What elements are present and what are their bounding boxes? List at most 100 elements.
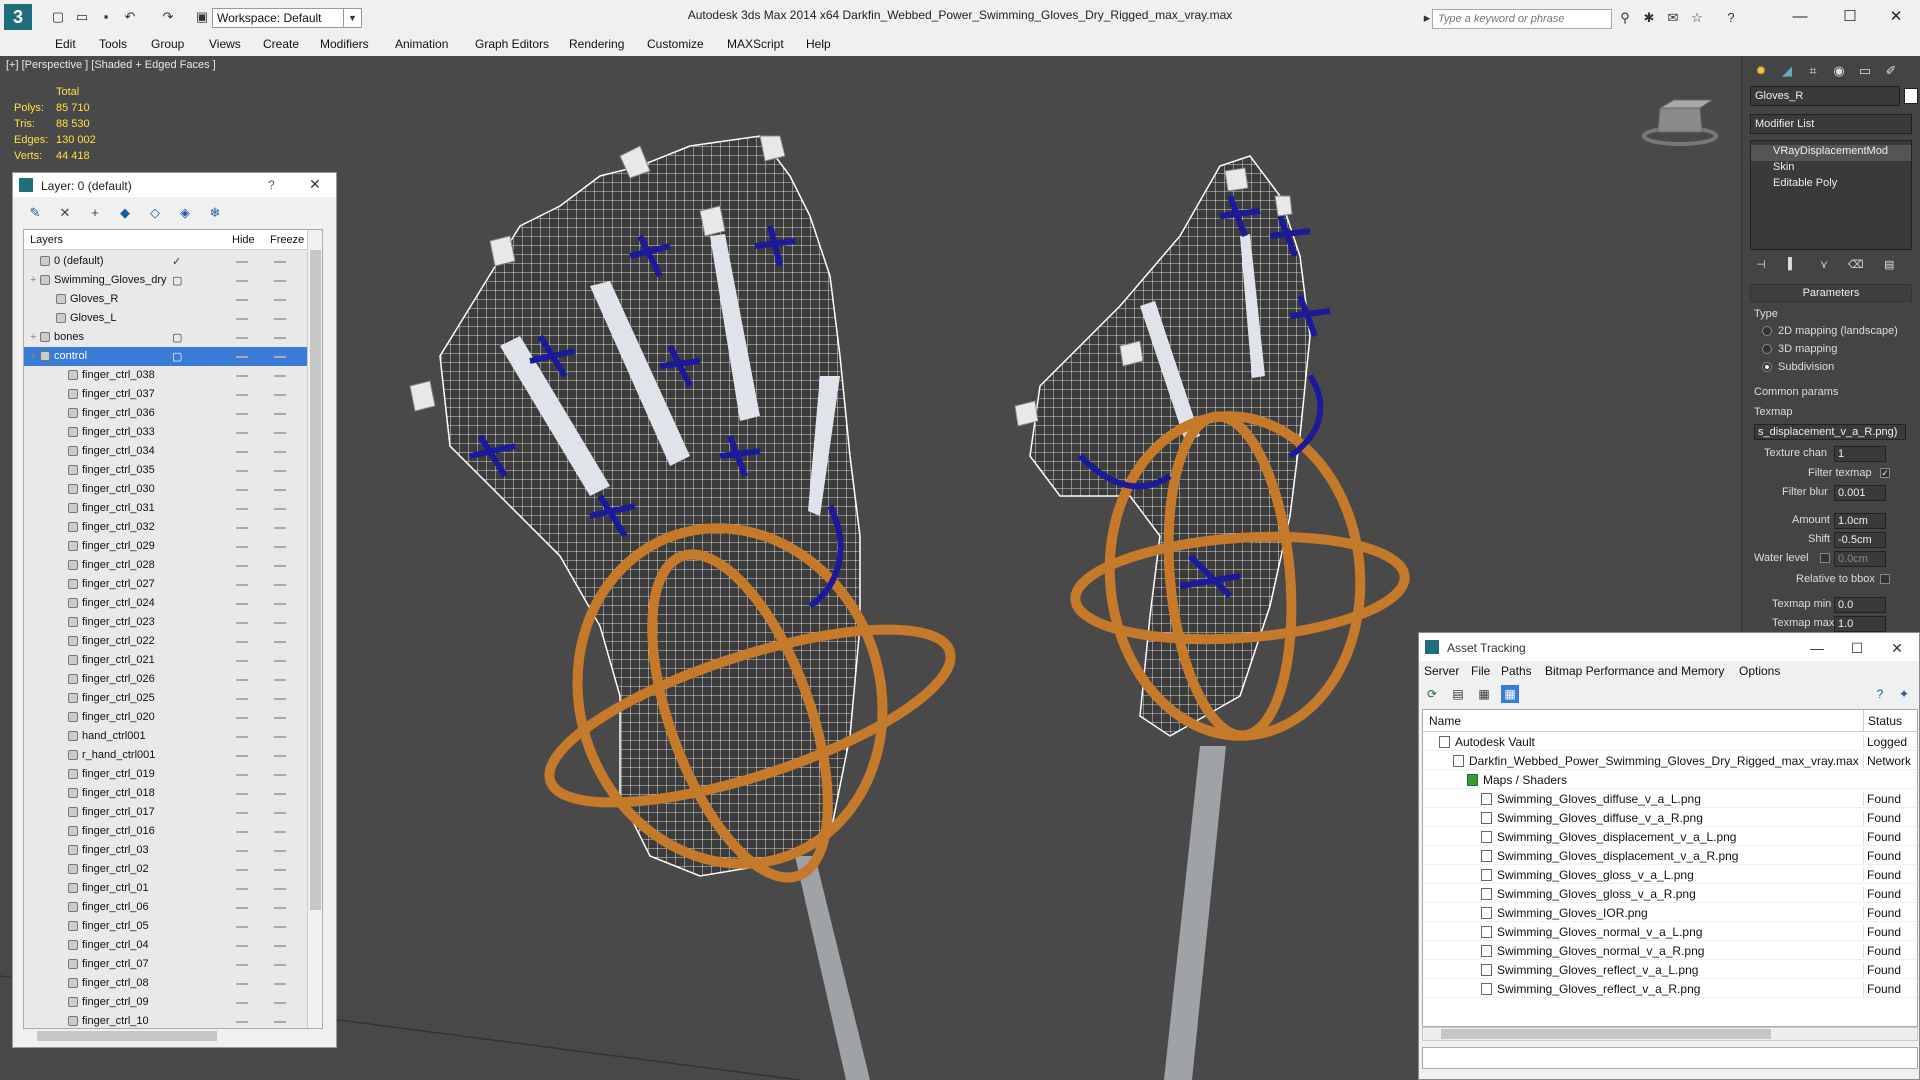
column-name[interactable]: Name (1429, 714, 1461, 728)
asset-row[interactable]: Darkfin_Webbed_Power_Swimming_Gloves_Dry… (1423, 751, 1917, 770)
favorites-star-icon[interactable]: ☆ (1688, 9, 1706, 27)
set-current-layer-icon[interactable]: ▢ (172, 331, 182, 344)
layer-row[interactable]: finger_ctrl_01 (24, 879, 307, 898)
hide-toggle[interactable] (236, 698, 248, 700)
close-icon[interactable]: ✕ (309, 176, 321, 193)
freeze-toggle[interactable] (274, 489, 286, 491)
radio-subdivision[interactable] (1762, 362, 1772, 372)
layer-dialog-titlebar[interactable]: Layer: 0 (default) ? ✕ (13, 173, 336, 197)
layer-row[interactable]: finger_ctrl_04 (24, 936, 307, 955)
layer-row[interactable]: + control ▢ (24, 347, 307, 366)
asset-row[interactable]: Swimming_Gloves_IOR.png Found (1423, 903, 1917, 922)
hide-toggle[interactable] (236, 679, 248, 681)
shift-spinner[interactable]: -0.5cm (1834, 532, 1886, 548)
layer-row[interactable]: finger_ctrl_023 (24, 613, 307, 632)
asset-menu-file[interactable]: File (1471, 664, 1490, 678)
freeze-toggle[interactable] (274, 413, 286, 415)
layer-row[interactable]: 0 (default) ✓ (24, 252, 307, 271)
freeze-toggle[interactable] (274, 603, 286, 605)
menu-tools[interactable]: Tools (99, 37, 127, 51)
help-icon[interactable]: ? (1722, 9, 1740, 27)
hide-toggle[interactable] (236, 603, 248, 605)
refresh-icon[interactable]: ⟳ (1423, 685, 1441, 703)
hide-toggle[interactable] (236, 318, 248, 320)
freeze-toggle[interactable] (274, 717, 286, 719)
subscription-icon[interactable]: ✱ (1640, 9, 1658, 27)
modifier-stack[interactable]: VRayDisplacementMod Skin Editable Poly (1750, 140, 1912, 250)
show-end-result-icon[interactable]: ▌ (1788, 258, 1796, 270)
freeze-toggle[interactable] (274, 660, 286, 662)
layer-row[interactable]: + bones ▢ (24, 328, 307, 347)
new-file-icon[interactable]: ▢ (50, 9, 66, 25)
add-to-layer-icon[interactable]: + (85, 203, 105, 223)
object-color-swatch[interactable] (1904, 88, 1918, 104)
hide-toggle[interactable] (236, 356, 248, 358)
stack-item-skin[interactable]: Skin (1751, 161, 1911, 177)
freeze-toggle[interactable] (274, 470, 286, 472)
layer-row[interactable]: finger_ctrl_10 (24, 1012, 307, 1028)
layer-row[interactable]: r_hand_ctrl001 (24, 746, 307, 765)
layer-row[interactable]: finger_ctrl_021 (24, 651, 307, 670)
thumbnail-view-icon[interactable]: ▦ (1475, 685, 1493, 703)
hide-toggle[interactable] (236, 850, 248, 852)
layer-row[interactable]: finger_ctrl_09 (24, 993, 307, 1012)
asset-table[interactable]: Name Status Autodesk Vault Logged Darkfin_… (1422, 709, 1918, 1027)
freeze-toggle[interactable] (274, 679, 286, 681)
freeze-toggle[interactable] (274, 698, 286, 700)
settings-icon[interactable]: ✦ (1895, 685, 1913, 703)
freeze-toggle[interactable] (274, 907, 286, 909)
hide-toggle[interactable] (236, 261, 248, 263)
layer-row[interactable]: finger_ctrl_024 (24, 594, 307, 613)
freeze-toggle[interactable] (274, 337, 286, 339)
asset-row[interactable]: Autodesk Vault Logged (1423, 732, 1917, 751)
freeze-toggle[interactable] (274, 318, 286, 320)
expand-icon[interactable]: + (30, 331, 36, 343)
column-layers[interactable]: Layers (30, 234, 63, 246)
hide-toggle[interactable] (236, 660, 248, 662)
layer-row[interactable]: finger_ctrl_018 (24, 784, 307, 803)
scrollbar-thumb[interactable] (1441, 1029, 1771, 1039)
freeze-toggle[interactable] (274, 926, 286, 928)
set-current-layer-icon[interactable]: ▢ (172, 274, 182, 287)
freeze-toggle[interactable] (274, 527, 286, 529)
layer-row[interactable]: finger_ctrl_035 (24, 461, 307, 480)
hide-toggle[interactable] (236, 584, 248, 586)
list-view-icon[interactable]: ▤ (1449, 685, 1467, 703)
asset-row[interactable]: Swimming_Gloves_diffuse_v_a_R.png Found (1423, 808, 1917, 827)
water-level-checkbox[interactable] (1820, 553, 1830, 563)
display-tab-icon[interactable]: ▭ (1854, 60, 1876, 82)
freeze-toggle[interactable] (274, 945, 286, 947)
hide-toggle[interactable] (236, 869, 248, 871)
asset-row[interactable]: Swimming_Gloves_gloss_v_a_L.png Found (1423, 865, 1917, 884)
freeze-toggle[interactable] (274, 280, 286, 282)
select-objects-icon[interactable]: ◆ (115, 203, 135, 223)
hide-toggle[interactable] (236, 280, 248, 282)
asset-dialog-titlebar[interactable]: Asset Tracking — ☐ ✕ (1419, 633, 1919, 661)
asset-menu-bitmap-performance[interactable]: Bitmap Performance and Memory (1545, 664, 1724, 678)
hide-toggle[interactable] (236, 622, 248, 624)
asset-row[interactable]: Swimming_Gloves_diffuse_v_a_L.png Found (1423, 789, 1917, 808)
texmap-max-spinner[interactable]: 1.0 (1834, 616, 1886, 632)
hide-toggle[interactable] (236, 964, 248, 966)
texmap-button[interactable]: s_displacement_v_a_R.png) (1754, 424, 1906, 440)
menu-views[interactable]: Views (209, 37, 241, 51)
layer-row[interactable]: finger_ctrl_07 (24, 955, 307, 974)
asset-row[interactable]: Maps / Shaders (1423, 770, 1917, 789)
menu-create[interactable]: Create (263, 37, 299, 51)
asset-menu-options[interactable]: Options (1739, 664, 1780, 678)
hide-toggle[interactable] (236, 565, 248, 567)
maximize-button[interactable]: ☐ (1837, 637, 1877, 659)
column-status[interactable]: Status (1863, 710, 1902, 732)
freeze-toggle[interactable] (274, 850, 286, 852)
glove-right-mesh[interactable] (1029, 155, 1311, 737)
freeze-toggle[interactable] (274, 983, 286, 985)
hierarchy-tab-icon[interactable]: ⌗ (1802, 60, 1824, 82)
undo-icon[interactable]: ↶ (122, 9, 138, 25)
layer-row[interactable]: finger_ctrl_016 (24, 822, 307, 841)
table-view-icon[interactable]: ▦ (1501, 685, 1519, 703)
freeze-toggle[interactable] (274, 432, 286, 434)
motion-tab-icon[interactable]: ◉ (1828, 60, 1850, 82)
expand-icon[interactable]: + (30, 274, 36, 286)
layer-row[interactable]: Gloves_R (24, 290, 307, 309)
freeze-toggle[interactable] (274, 1021, 286, 1023)
